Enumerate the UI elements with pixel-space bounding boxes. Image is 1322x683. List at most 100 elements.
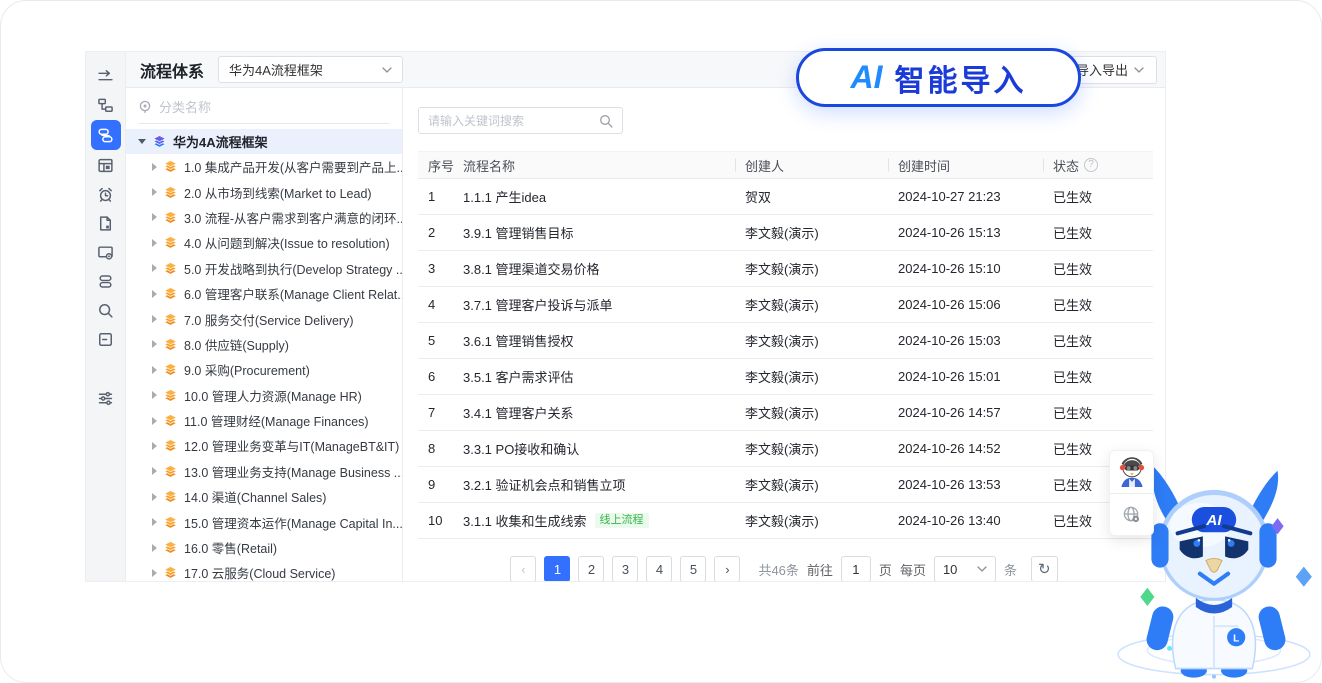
caret-right-icon — [152, 188, 157, 196]
tree-item[interactable]: 17.0 云服务(Cloud Service) — [126, 560, 402, 581]
tree-item[interactable]: 2.0 从市场到线索(Market to Lead) — [126, 179, 402, 204]
layers-icon — [164, 465, 177, 478]
tree-item[interactable]: 10.0 管理人力资源(Manage HR) — [126, 383, 402, 408]
green-diamond — [1140, 588, 1154, 606]
creator-cell: 李文毅(演示) — [745, 223, 898, 242]
tree-item-label: 6.0 管理客户联系(Manage Client Relat... — [184, 284, 402, 303]
page-button[interactable]: 2 — [578, 556, 604, 581]
framework-select[interactable]: 华为4A流程框架 — [218, 56, 403, 83]
filter-sliders-button[interactable] — [91, 384, 121, 412]
page-unit-label: 页 — [879, 560, 892, 579]
category-search-placeholder: 分类名称 — [159, 97, 211, 116]
col-header-no: 序号 — [418, 156, 463, 175]
3.1.1 收集和生成线索-button[interactable]: 10 3.1.1 收集和生成线索 线上流程 李文毅(演示) 2024-10-26… — [418, 503, 1153, 539]
globe-button[interactable] — [1110, 493, 1153, 536]
tree-item[interactable]: 3.0 流程-从客户需求到客户满意的闭环... — [126, 205, 402, 230]
org-tree-button[interactable] — [91, 91, 121, 119]
tree-item[interactable]: 15.0 管理资本运作(Manage Capital In... — [126, 509, 402, 534]
search-button[interactable] — [91, 296, 121, 324]
tree-item[interactable]: 6.0 管理客户联系(Manage Client Relat... — [126, 281, 402, 306]
creator-cell: 李文毅(演示) — [745, 511, 898, 530]
3.8.1 管理渠道交易价格-button[interactable]: 3 3.8.1 管理渠道交易价格 李文毅(演示) 2024-10-26 15:1… — [418, 251, 1153, 287]
3.7.1 管理客户投诉与派单-button[interactable]: 4 3.7.1 管理客户投诉与派单 李文毅(演示) 2024-10-26 15:… — [418, 287, 1153, 323]
chevron-down-icon — [382, 67, 392, 73]
next-page-button[interactable]: › — [714, 556, 740, 581]
prev-page-button[interactable]: ‹ — [510, 556, 536, 581]
creator-cell: 李文毅(演示) — [745, 295, 898, 314]
app-window: 流程体系 华为4A流程框架 导入导出 分类名称 — [85, 51, 1166, 582]
mascot-avatar-button[interactable] — [1110, 451, 1153, 493]
tree-item[interactable]: 1.0 集成产品开发(从客户需要到产品上... — [126, 154, 402, 179]
caret-right-icon — [152, 569, 157, 577]
tree-item[interactable]: 11.0 管理财经(Manage Finances) — [126, 408, 402, 433]
layers-icon — [164, 439, 177, 452]
page-buttons: 123 4 5 — [544, 556, 706, 581]
tree-item[interactable]: 12.0 管理业务变革与IT(ManageBT&IT) — [126, 433, 402, 458]
page-button[interactable]: 5 — [680, 556, 706, 581]
chevron-down-icon — [977, 566, 987, 572]
tree-item-label: 2.0 从市场到线索(Market to Lead) — [184, 183, 372, 202]
caret-right-icon — [152, 239, 157, 247]
3.2.1 验证机会点和销售立项-button[interactable]: 9 3.2.1 验证机会点和销售立项 李文毅(演示) 2024-10-26 13… — [418, 467, 1153, 503]
tree-item-label: 3.0 流程-从客户需求到客户满意的闭环... — [184, 208, 402, 227]
3.6.1 管理销售授权-button[interactable]: 5 3.6.1 管理销售授权 李文毅(演示) 2024-10-26 15:03 … — [418, 323, 1153, 359]
3.4.1 管理客户关系-button[interactable]: 7 3.4.1 管理客户关系 李文毅(演示) 2024-10-26 14:57 … — [418, 395, 1153, 431]
process-flow-button[interactable] — [91, 120, 121, 150]
page-button[interactable]: 4 — [646, 556, 672, 581]
floating-helper-widget — [1109, 450, 1154, 536]
process-name: 3.3.1 PO接收和确认 — [463, 439, 579, 458]
status-cell: 已生效 — [1053, 367, 1153, 386]
page-button[interactable]: 1 — [544, 556, 570, 581]
creator-cell: 贺双 — [745, 187, 898, 206]
tree-item[interactable]: 13.0 管理业务支持(Manage Business ... — [126, 459, 402, 484]
page-title: 流程体系 — [140, 58, 204, 82]
tree-item[interactable]: 4.0 从问题到解决(Issue to resolution) — [126, 230, 402, 255]
document-icon — [97, 215, 114, 232]
creator-cell: 李文毅(演示) — [745, 367, 898, 386]
help-icon[interactable]: ? — [1084, 158, 1098, 172]
mascot-avatar-icon — [1117, 455, 1147, 488]
caret-right-icon — [152, 213, 157, 221]
table-header: 序号 流程名称 创建人 创建时间 状态 ? — [418, 151, 1153, 179]
sidebar-icon-rail — [86, 52, 126, 581]
document-button[interactable] — [91, 209, 121, 237]
table-body: 1 1.1.1 产生idea 贺双 2024-10-27 21:23 已生效 2… — [403, 179, 1165, 539]
page-size-select[interactable]: 10 — [934, 556, 996, 581]
status-header-label: 状态 — [1053, 156, 1079, 175]
total-count-label: 共46条 — [758, 560, 798, 579]
col-header-name: 流程名称 — [463, 156, 745, 175]
page-number: 4 — [656, 562, 663, 577]
caret-right-icon — [152, 366, 157, 374]
tree-root-node[interactable]: 华为4A流程框架 — [126, 129, 402, 154]
1.1.1 产生idea-button[interactable]: 1 1.1.1 产生idea 贺双 2024-10-27 21:23 已生效 — [418, 179, 1153, 215]
keyword-search-input[interactable]: 请输入关键词搜索 — [418, 107, 623, 134]
page-button[interactable]: 3 — [612, 556, 638, 581]
col-header-creator: 创建人 — [745, 156, 898, 175]
layers-icon — [164, 516, 177, 529]
tree-item[interactable]: 16.0 零售(Retail) — [126, 535, 402, 560]
tree-item[interactable]: 8.0 供应链(Supply) — [126, 332, 402, 357]
tree-item[interactable]: 14.0 渠道(Channel Sales) — [126, 484, 402, 509]
list-button[interactable] — [91, 267, 121, 295]
tree-item[interactable]: 7.0 服务交付(Service Delivery) — [126, 306, 402, 331]
layers-icon — [153, 135, 166, 148]
blue-diamond — [1296, 567, 1312, 587]
page-number: 5 — [690, 562, 697, 577]
3.3.1 PO接收和确认-button[interactable]: 8 3.3.1 PO接收和确认 李文毅(演示) 2024-10-26 14:52… — [418, 431, 1153, 467]
tree-item[interactable]: 5.0 开发战略到执行(Develop Strategy ... — [126, 256, 402, 281]
row-index: 3 — [418, 261, 463, 276]
3.9.1 管理销售目标-button[interactable]: 2 3.9.1 管理销售目标 李文毅(演示) 2024-10-26 15:13 … — [418, 215, 1153, 251]
app-grid-button[interactable] — [91, 151, 121, 179]
process-name-cell: 3.4.1 管理客户关系 — [463, 403, 745, 422]
browser-settings-button[interactable] — [91, 238, 121, 266]
ai-smart-import-badge[interactable]: AI 智能导入 — [796, 48, 1081, 107]
goto-page-input[interactable] — [841, 556, 871, 581]
collapse-sidebar-button[interactable] — [91, 62, 121, 90]
refresh-icon[interactable]: ↻ — [1031, 556, 1058, 581]
alarm-button[interactable] — [91, 180, 121, 208]
note-button[interactable] — [91, 325, 121, 353]
3.5.1 客户需求评估-button[interactable]: 6 3.5.1 客户需求评估 李文毅(演示) 2024-10-26 15:01 … — [418, 359, 1153, 395]
caret-right-icon — [152, 493, 157, 501]
category-search-input[interactable]: 分类名称 — [138, 97, 390, 124]
tree-item[interactable]: 9.0 采购(Procurement) — [126, 357, 402, 382]
